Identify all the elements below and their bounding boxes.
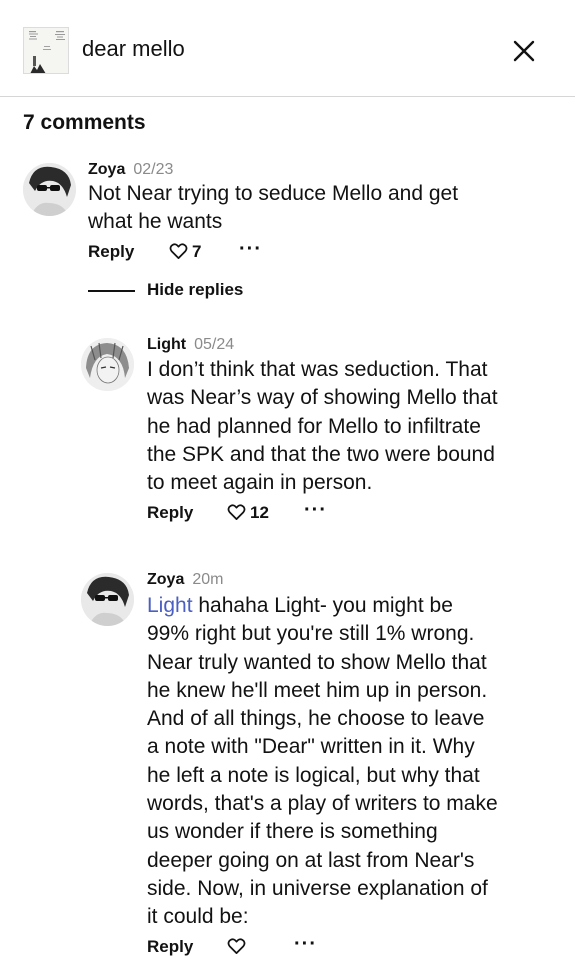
close-icon xyxy=(513,40,535,62)
comment-line: what he wants xyxy=(88,210,223,234)
comment-line: he knew he'll meet him up in person. xyxy=(147,678,488,702)
like-button[interactable]: 12 xyxy=(227,501,277,525)
comment-body: Not Near trying to seduce Mello and get … xyxy=(88,180,458,237)
like-count: 7 xyxy=(192,242,202,261)
close-button[interactable] xyxy=(509,36,539,66)
comment-actions: Reply ··· xyxy=(147,933,347,961)
comment-line: 99% right but you're still 1% wrong. xyxy=(147,622,475,646)
reply-button[interactable]: Reply xyxy=(147,937,193,957)
comment-line: it could be: xyxy=(147,905,249,929)
heart-icon xyxy=(227,504,246,520)
comment-line: a note with "Dear" written in it. Why xyxy=(147,735,475,759)
comment-body: I don’t think that was seduction. That w… xyxy=(147,356,498,497)
like-button[interactable]: 7 xyxy=(169,240,209,264)
heart-icon xyxy=(227,938,246,954)
like-button[interactable] xyxy=(227,935,257,959)
comment-actions: Reply 12 ··· xyxy=(147,499,347,527)
reply-button[interactable]: Reply xyxy=(147,503,193,523)
reply-button[interactable]: Reply xyxy=(88,242,134,262)
comment-line: he left a note is logical, but why that xyxy=(147,763,480,787)
hide-replies-button[interactable]: Hide replies xyxy=(147,280,243,300)
comment-author-name: Zoya xyxy=(147,571,185,588)
story-header: dear mello xyxy=(0,0,575,97)
more-options-button[interactable]: ··· xyxy=(304,499,327,522)
comment-date: 05/24 xyxy=(194,336,235,353)
comment-author[interactable]: Light 05/24 xyxy=(147,336,234,354)
comment-author[interactable]: Zoya 20m xyxy=(147,571,223,589)
user-mention[interactable]: Light xyxy=(147,594,193,617)
avatar[interactable] xyxy=(81,338,134,391)
story-cover-icon[interactable] xyxy=(23,27,69,74)
comment-author-name: Light xyxy=(147,336,187,353)
comment-date: 20m xyxy=(192,571,224,588)
comment-date: 02/23 xyxy=(133,161,174,178)
comment-line-text: hahaha Light- you might be xyxy=(192,594,453,617)
replies-divider xyxy=(88,290,135,292)
comment-line: to meet again in person. xyxy=(147,471,373,495)
more-options-button[interactable]: ··· xyxy=(294,933,317,956)
comment-line: I don’t think that was seduction. That xyxy=(147,358,488,381)
comment-line: Not Near trying to seduce Mello and get xyxy=(88,182,459,205)
avatar[interactable] xyxy=(23,163,76,216)
comment-line: the SPK and that the two were bound xyxy=(147,442,495,466)
heart-icon xyxy=(169,243,188,259)
comment-author-name: Zoya xyxy=(88,161,126,178)
comment-line: words, that's a play of writers to make xyxy=(147,792,498,816)
story-title: dear mello xyxy=(82,36,185,61)
comment-actions: Reply 7 ··· xyxy=(88,238,288,266)
comments-count: 7 comments xyxy=(23,111,146,134)
comment-line: deeper going on at last from Near's xyxy=(147,848,475,872)
comment-line: us wonder if there is something xyxy=(147,820,438,844)
comment-line: Near truly wanted to show Mello that xyxy=(147,650,487,674)
comment-line: was Near’s way of showing Mello that xyxy=(147,386,498,410)
comment-line: he had planned for Mello to infiltrate xyxy=(147,414,481,438)
comment-author[interactable]: Zoya 02/23 xyxy=(88,161,173,179)
comment-line: And of all things, he choose to leave xyxy=(147,707,485,731)
more-options-button[interactable]: ··· xyxy=(239,238,262,261)
like-count: 12 xyxy=(250,503,269,522)
comment-line: side. Now, in universe explanation of xyxy=(147,876,488,900)
comment-line: Light hahaha Light- you might be xyxy=(147,592,498,620)
comment-body: Light hahaha Light- you might be 99% rig… xyxy=(147,592,498,932)
avatar[interactable] xyxy=(81,573,134,626)
